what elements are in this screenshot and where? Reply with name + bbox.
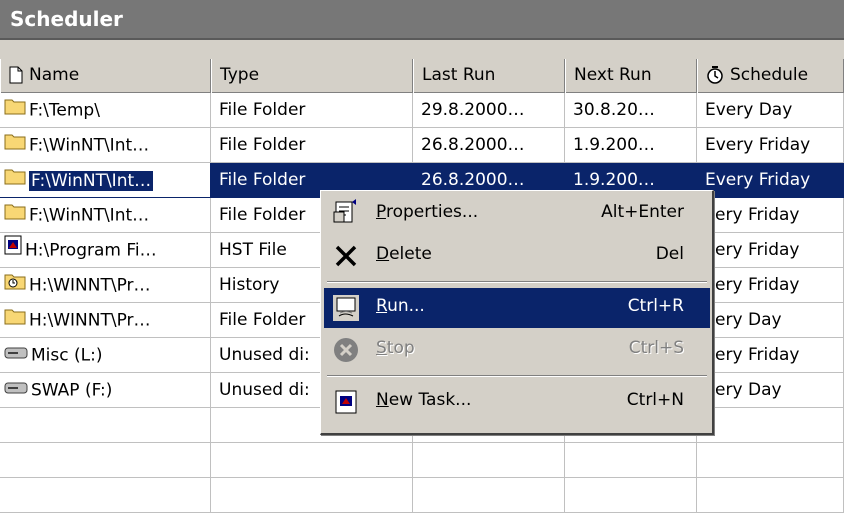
column-header-next-run[interactable]: Next Run — [565, 59, 697, 93]
menu-item-run[interactable]: Run... Ctrl+R — [324, 288, 710, 328]
cell-name: SWAP (F:) — [0, 373, 211, 408]
menu-item-run-accel: Ctrl+R — [627, 296, 684, 316]
menu-item-properties[interactable]: Properties... Alt+Enter — [324, 194, 710, 234]
cell-last-run: 26.8.2000… — [413, 128, 565, 163]
cell-schedule — [697, 478, 844, 513]
menu-item-new-task-accel: Ctrl+N — [626, 390, 684, 410]
cell-next-run: 1.9.200… — [565, 128, 697, 163]
cell-schedule — [697, 408, 844, 443]
cell-name — [0, 478, 211, 513]
history-folder-icon — [4, 268, 26, 302]
menu-item-stop-accel: Ctrl+S — [628, 338, 684, 358]
cell-next-run: 30.8.20… — [565, 93, 697, 128]
menu-item-delete[interactable]: Delete Del — [324, 236, 710, 276]
cell-type: File Folder — [211, 93, 413, 128]
cell-name: F:\Temp\ — [0, 93, 211, 128]
drive-icon — [4, 338, 28, 372]
cell-schedule: very Day — [697, 373, 844, 408]
table-row[interactable]: F:\WinNT\Int… File Folder 26.8.2000… 1.9.20… — [0, 128, 844, 163]
folder-icon — [4, 93, 26, 127]
menu-item-run-label: Run... — [376, 296, 425, 316]
cell-name: H:\WINNT\Pr… — [0, 268, 211, 303]
menu-item-new-task[interactable]: New Task... Ctrl+N — [324, 382, 710, 422]
cell-schedule: very Day — [697, 303, 844, 338]
table-row[interactable]: F:\Temp\ File Folder 29.8.2000… 30.8.20… Eve… — [0, 93, 844, 128]
menu-item-stop[interactable]: Stop Ctrl+S — [324, 330, 710, 370]
cell-schedule: very Friday — [697, 268, 844, 303]
cell-schedule: very Friday — [697, 338, 844, 373]
column-header-schedule[interactable]: Schedule — [697, 59, 844, 93]
menu-item-new-task-label: New Task... — [376, 390, 472, 410]
table-row-empty[interactable] — [0, 443, 844, 478]
folder-icon — [4, 198, 26, 232]
cell-schedule: Every Friday — [697, 128, 844, 163]
hst-file-icon — [4, 233, 22, 267]
properties-icon — [333, 199, 356, 223]
clock-icon — [707, 66, 723, 84]
cell-name: H:\Program Fi… — [0, 233, 211, 268]
table-row-empty[interactable] — [0, 478, 844, 513]
cell-last-run: 29.8.2000… — [413, 93, 565, 128]
column-header-last-run[interactable]: Last Run — [413, 59, 565, 93]
cell-name: F:\WinNT\Int… — [0, 198, 211, 233]
cell-name: H:\WINNT\Pr… — [0, 303, 211, 338]
cell-name — [0, 443, 211, 478]
run-icon — [333, 295, 359, 321]
folder-icon — [4, 163, 26, 197]
cell-next-run — [565, 478, 697, 513]
menu-item-stop-label: Stop — [376, 338, 415, 358]
cell-last-run — [413, 443, 565, 478]
menu-item-properties-accel: Alt+Enter — [601, 202, 684, 222]
stop-icon — [334, 338, 358, 362]
menu-separator — [327, 281, 707, 283]
cell-type — [211, 443, 413, 478]
new-task-icon — [335, 390, 357, 414]
folder-icon — [4, 128, 26, 162]
menu-item-delete-label: Delete — [376, 244, 432, 264]
cell-schedule: Every Day — [697, 93, 844, 128]
context-menu: Properties... Alt+Enter Delete Del Run..… — [320, 190, 714, 435]
cell-name: F:\WinNT\Int… — [0, 128, 211, 163]
title-bar: Scheduler — [0, 0, 844, 40]
cell-name: Misc (L:) — [0, 338, 211, 373]
cell-name: F:\WinNT\Int… — [0, 163, 211, 198]
column-header-name[interactable]: Name — [0, 59, 211, 93]
menu-item-delete-accel: Del — [655, 244, 684, 264]
menu-item-properties-label: Properties... — [376, 202, 479, 222]
cell-schedule: very Friday — [697, 198, 844, 233]
cell-type: File Folder — [211, 128, 413, 163]
column-header: Name Type Last Run Next Run Schedule — [0, 59, 844, 93]
folder-icon — [4, 303, 26, 337]
window-title: Scheduler — [10, 7, 123, 31]
cell-last-run — [413, 478, 565, 513]
cell-schedule: Every Friday — [697, 163, 844, 198]
cell-type — [211, 478, 413, 513]
cell-next-run — [565, 443, 697, 478]
drive-icon — [4, 373, 28, 407]
cell-schedule — [697, 443, 844, 478]
cell-name — [0, 408, 211, 443]
document-icon — [9, 66, 23, 84]
title-bar-underline — [0, 40, 844, 59]
column-header-type[interactable]: Type — [211, 59, 413, 93]
delete-icon — [335, 245, 357, 267]
cell-schedule: very Friday — [697, 233, 844, 268]
menu-separator — [327, 375, 707, 377]
